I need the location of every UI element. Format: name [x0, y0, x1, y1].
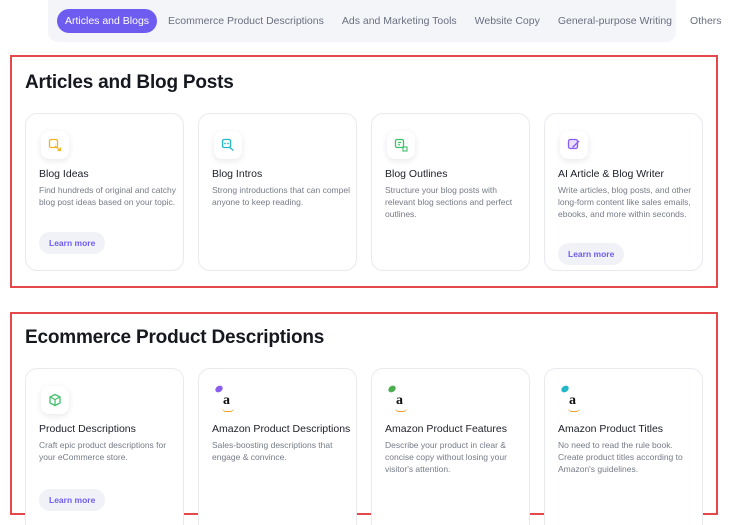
tool-card-ai-article-blog-writer[interactable]: AI Article & Blog Writer Write articles,… [544, 113, 703, 271]
tab-website-copy[interactable]: Website Copy [466, 9, 549, 33]
card-description: Write articles, blog posts, and other lo… [558, 185, 692, 220]
tool-card-blog-ideas[interactable]: Blog Ideas Find hundreds of original and… [25, 113, 184, 271]
tool-card-product-descriptions[interactable]: Product Descriptions Craft epic product … [25, 368, 184, 525]
ecommerce-section: Ecommerce Product Descriptions Product D… [10, 312, 718, 525]
tab-general-purpose-writing[interactable]: General-purpose Writing [549, 9, 681, 33]
card-description: No need to read the rule book. Create pr… [558, 440, 683, 475]
section-title: Ecommerce Product Descriptions [25, 327, 325, 348]
articles-section: Articles and Blog Posts Blog Ideas Find … [10, 55, 718, 288]
idea-arrow-icon [41, 131, 69, 159]
tab-articles-and-blogs[interactable]: Articles and Blogs [57, 9, 158, 33]
card-title: Blog Intros [212, 168, 263, 180]
intro-arrow-icon [214, 131, 242, 159]
card-description: Sales-boosting descriptions that engage … [212, 440, 333, 463]
card-description: Structure your blog posts with relevant … [385, 185, 513, 220]
card-title: Amazon Product Features [385, 423, 507, 435]
tab-others[interactable]: Others [681, 9, 731, 33]
card-title: AI Article & Blog Writer [558, 168, 665, 180]
pen-writer-icon [560, 131, 588, 159]
amazon-logo-icon: a [214, 384, 242, 414]
tool-card-amazon-product-descriptions[interactable]: a Amazon Product Descriptions Sales-boos… [198, 368, 357, 525]
card-description: Strong introductions that can compel any… [212, 185, 350, 208]
tool-card-blog-outlines[interactable]: Blog Outlines Structure your blog posts … [371, 113, 530, 271]
outline-grid-icon [387, 131, 415, 159]
card-title: Amazon Product Descriptions [212, 423, 351, 435]
learn-more-button[interactable]: Learn more [39, 489, 106, 511]
section-title: Articles and Blog Posts [25, 72, 234, 93]
card-title: Blog Outlines [385, 168, 448, 180]
tab-ads-and-marketing-tools[interactable]: Ads and Marketing Tools [333, 9, 466, 33]
card-title: Blog Ideas [39, 168, 89, 180]
card-description: Find hundreds of original and catchy blo… [39, 185, 177, 208]
tab-ecommerce-product-descriptions[interactable]: Ecommerce Product Descriptions [159, 9, 333, 33]
card-title: Product Descriptions [39, 423, 136, 435]
learn-more-button[interactable]: Learn more [39, 232, 106, 254]
tool-card-blog-intros[interactable]: Blog Intros Strong introductions that ca… [198, 113, 357, 271]
learn-more-button[interactable]: Learn more [558, 243, 625, 265]
tool-card-amazon-product-features[interactable]: a Amazon Product Features Describe your … [371, 368, 530, 525]
category-tab-bar: Articles and Blogs Ecommerce Product Des… [48, 0, 722, 42]
amazon-logo-icon: a [560, 384, 588, 414]
card-description: Describe your product in clear & concise… [385, 440, 507, 475]
tool-card-amazon-product-titles[interactable]: a Amazon Product Titles No need to read … [544, 368, 703, 525]
card-title: Amazon Product Titles [558, 423, 664, 435]
cube-icon [41, 386, 69, 414]
card-description: Craft epic product descriptions for your… [39, 440, 167, 463]
amazon-logo-icon: a [387, 384, 415, 414]
